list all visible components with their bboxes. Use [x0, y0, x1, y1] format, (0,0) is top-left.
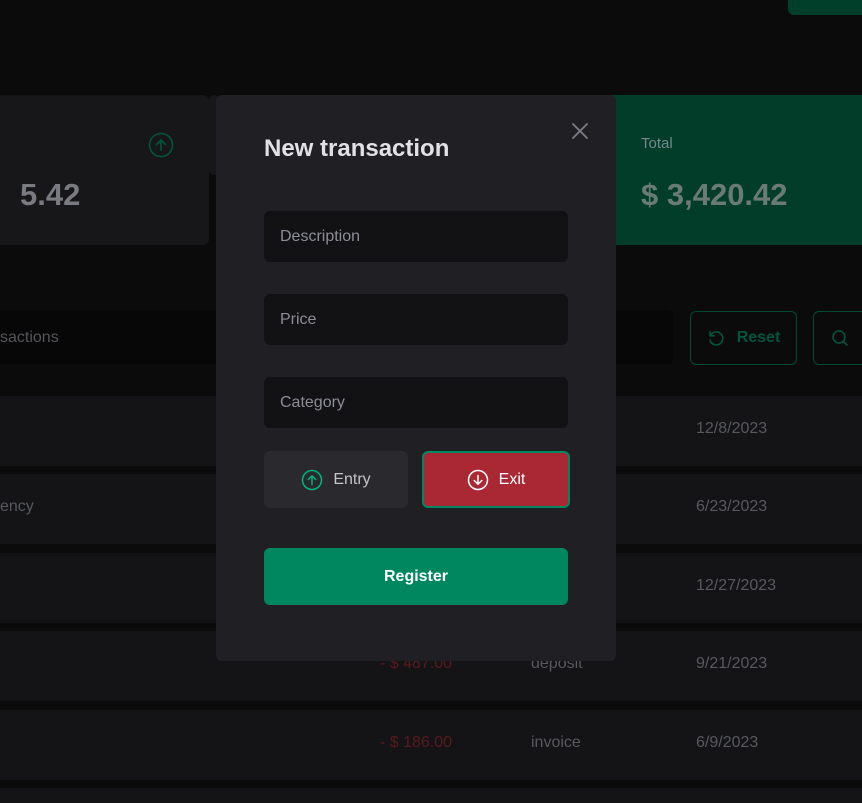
income-card: 5.42	[0, 95, 209, 245]
income-value: 5.42	[20, 177, 81, 212]
row-date: 12/27/2023	[696, 577, 777, 594]
arrow-circle-up-icon	[148, 132, 174, 158]
new-transaction-button	[788, 0, 862, 15]
entry-type-button[interactable]: Entry	[264, 451, 408, 508]
row-date: 6/23/2023	[696, 498, 768, 515]
row-date: 12/8/2023	[696, 420, 768, 437]
close-icon	[572, 123, 588, 139]
arrow-circle-up-icon	[302, 469, 323, 490]
price-field[interactable]	[264, 294, 568, 345]
row-date: 9/21/2023	[696, 655, 768, 672]
page: 5.42 Total $ 3,420.42 sactions Reset 12/…	[0, 0, 862, 803]
category-field[interactable]	[264, 377, 568, 428]
search-placeholder: sactions	[0, 329, 59, 346]
row-category: invoice	[531, 734, 581, 751]
table-row	[0, 788, 862, 803]
row-price: - $ 186.00	[380, 734, 453, 751]
close-button[interactable]	[568, 119, 592, 143]
exit-type-button[interactable]: Exit	[422, 451, 570, 508]
row-date: 6/9/2023	[696, 734, 759, 751]
reset-label: Reset	[736, 329, 781, 346]
description-field[interactable]	[264, 211, 568, 262]
total-card: Total $ 3,420.42	[600, 95, 862, 245]
register-button[interactable]: Register	[264, 548, 568, 605]
reset-icon	[708, 330, 724, 346]
reset-button: Reset	[690, 311, 797, 365]
row-description: ency	[0, 498, 34, 515]
new-transaction-modal: New transaction Entry Exit Register	[216, 95, 616, 661]
search-icon	[832, 330, 848, 346]
search-button	[813, 311, 862, 365]
table-row: - $ 186.00 invoice 6/9/2023	[0, 710, 862, 780]
arrow-circle-down-icon	[467, 469, 488, 490]
exit-label: Exit	[498, 470, 526, 488]
total-value: $ 3,420.42	[641, 177, 788, 212]
total-title: Total	[641, 135, 673, 152]
entry-label: Entry	[333, 470, 371, 488]
modal-title: New transaction	[264, 135, 450, 162]
